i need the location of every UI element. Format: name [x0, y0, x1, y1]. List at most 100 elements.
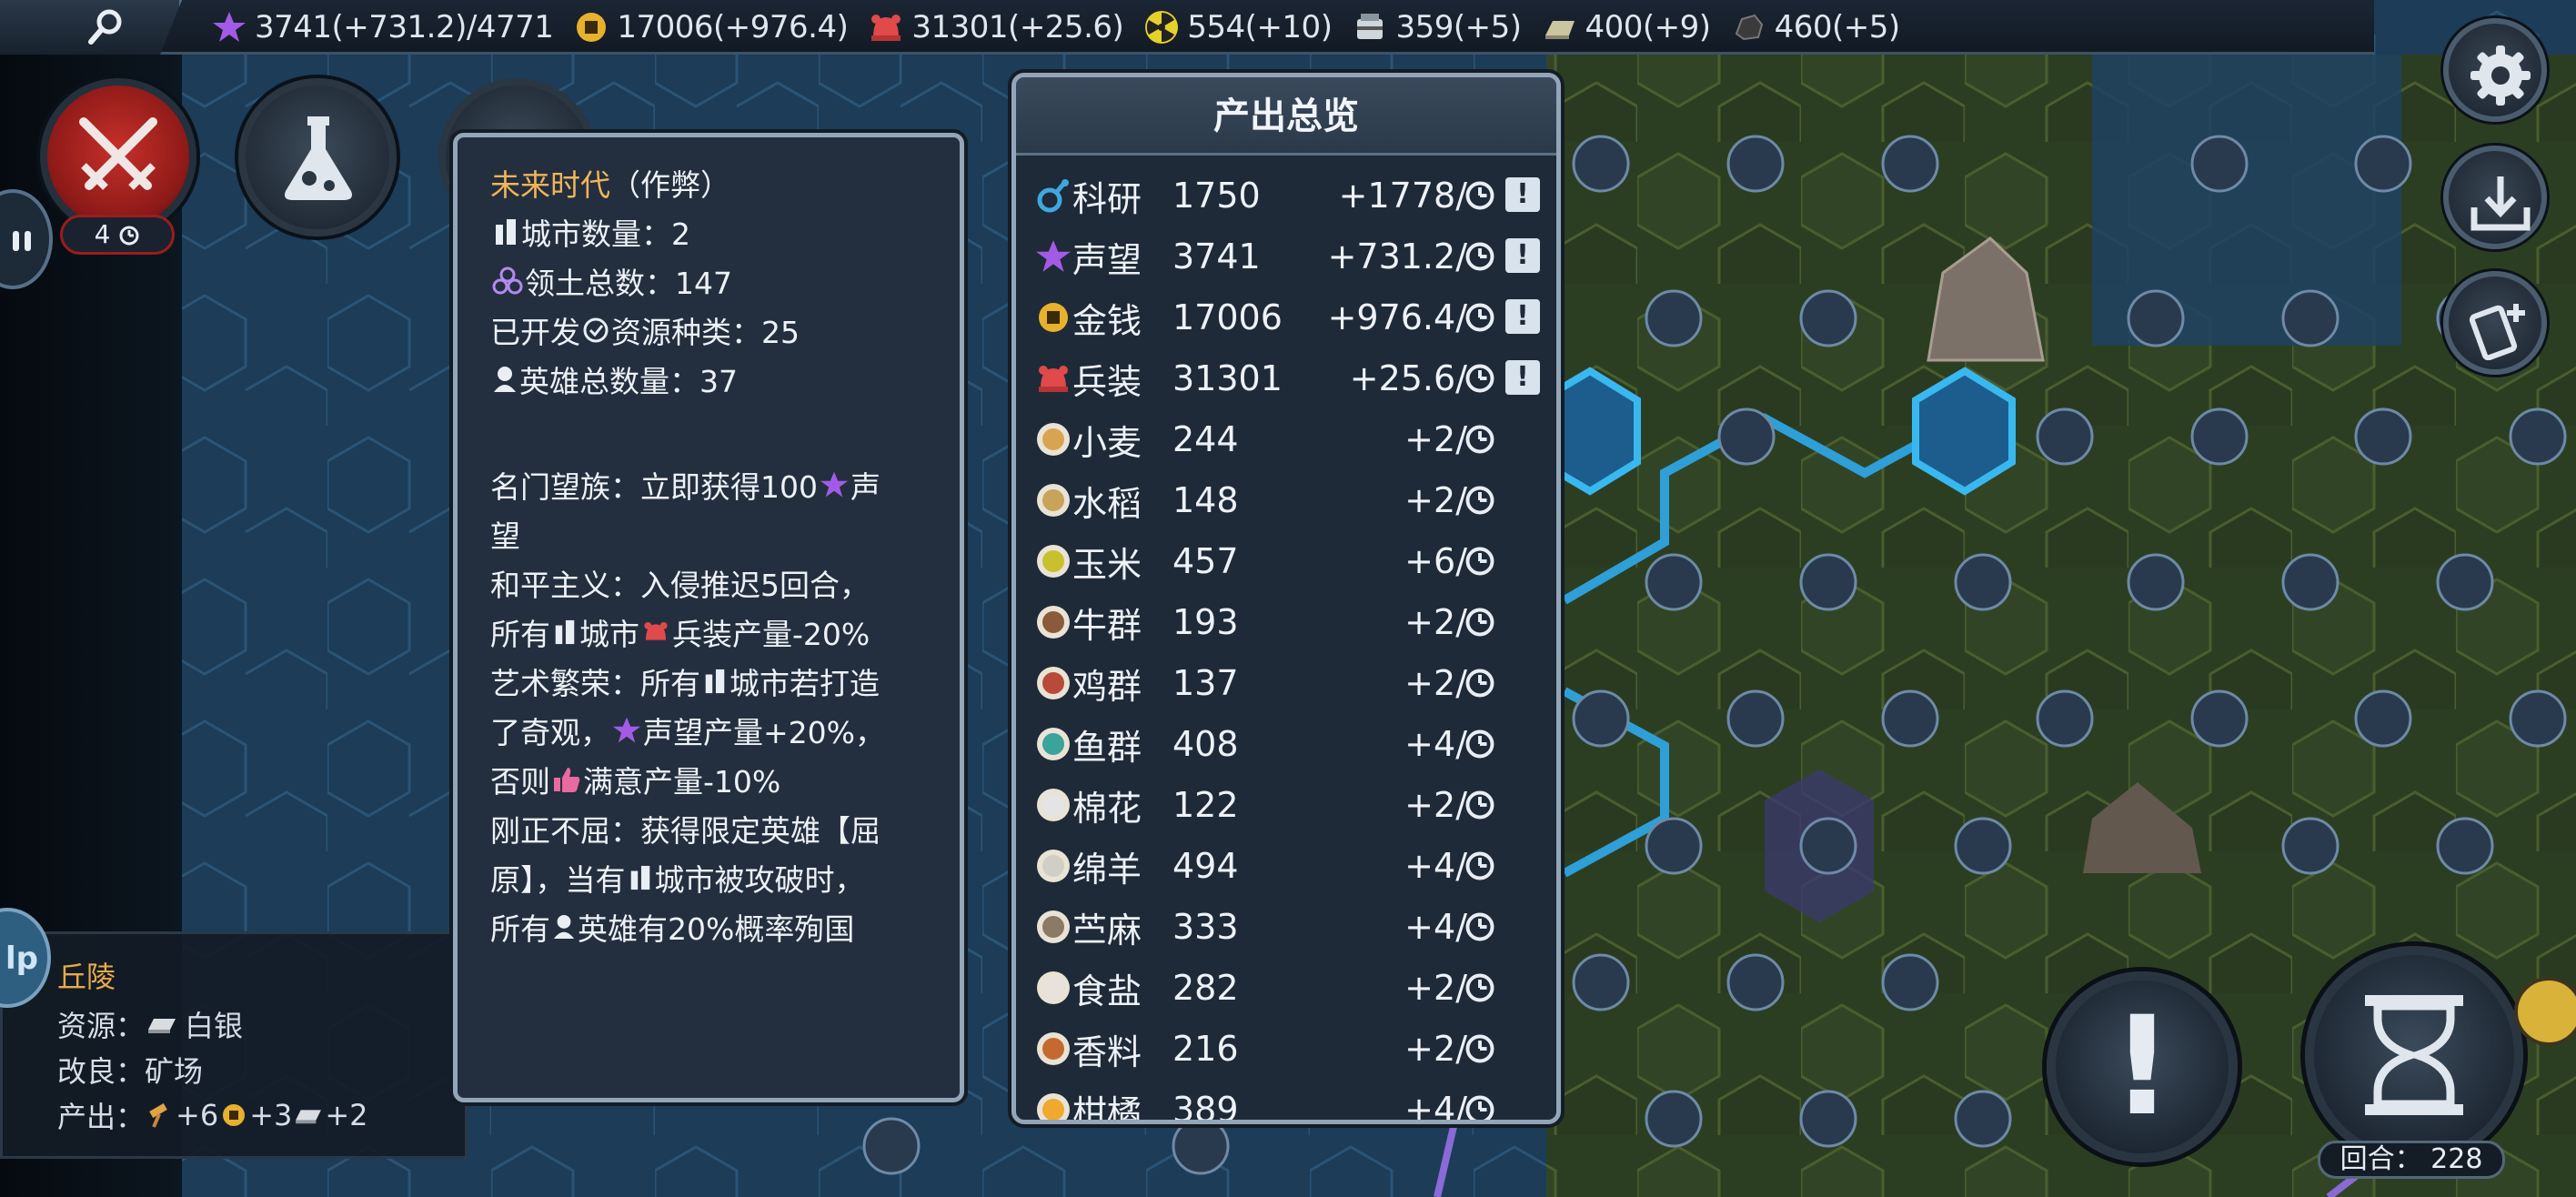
- resource-oil[interactable]: 359(+5): [1352, 5, 1522, 49]
- output-rate: +2/: [1404, 480, 1467, 520]
- detail-alert-button[interactable]: !: [1505, 238, 1540, 273]
- turn-counter: 回合： 228: [2318, 1141, 2505, 1179]
- turn-icon: [119, 226, 139, 246]
- settings-button[interactable]: [2443, 18, 2547, 122]
- spice-icon: [1034, 1030, 1072, 1068]
- science-button[interactable]: [238, 78, 397, 236]
- save-button[interactable]: [2443, 146, 2547, 249]
- resource-aluminium[interactable]: 400(+9): [1542, 5, 1711, 49]
- territory-icon: [492, 267, 523, 295]
- turn-icon: [1465, 486, 1494, 515]
- output-name: 鸡群: [1072, 666, 1142, 707]
- output-row[interactable]: 鸡群 137 +2/: [1034, 656, 1544, 710]
- download-icon: [2470, 176, 2531, 231]
- war-count-value: 4: [94, 219, 111, 249]
- era-perk-4-line-2: 原】，当有 城市被攻破时，: [490, 856, 865, 900]
- detail-alert-button[interactable]: !: [1505, 177, 1540, 212]
- war-button[interactable]: [40, 78, 196, 235]
- output-row[interactable]: 柑橘 389 +4/: [1034, 1082, 1544, 1124]
- resource-prestige[interactable]: 3741(+731.2)/4771: [211, 5, 554, 49]
- output-row[interactable]: 棉花 122 +2/: [1034, 778, 1544, 832]
- output-overview-panel: 产出总览 科研 1750 +1778/! 声望 3741 +731.2/! 金钱 17006 +…: [1011, 73, 1561, 1124]
- era-perk-4-line-3: 所有 英雄有20%概率殉国: [490, 905, 854, 949]
- war-turn-counter: 4: [60, 215, 175, 255]
- output-rate: +4/: [1404, 846, 1467, 886]
- resource-uranium[interactable]: 554(+10): [1143, 5, 1333, 49]
- output-amount: 122: [1172, 785, 1239, 825]
- city-icon: [496, 219, 516, 245]
- thumbs-up-icon: [554, 768, 580, 792]
- tile-resource-value: 白银: [185, 1009, 244, 1043]
- detail-alert-button[interactable]: !: [1505, 360, 1540, 395]
- star-icon: [211, 9, 247, 45]
- turn-label: 回合：: [2340, 1143, 2422, 1175]
- output-row[interactable]: 科研 1750 +1778/!: [1034, 168, 1544, 223]
- tile-output-line: 产出： +6 +3 +2: [57, 1094, 368, 1136]
- era-territory: 领土总数：147: [525, 266, 732, 301]
- tile-resource-line: 资源： 白银: [57, 1003, 243, 1045]
- flask-icon: [285, 116, 352, 200]
- era-perk-3c-post: 满意产量-10%: [583, 764, 781, 800]
- output-amount: 17006: [1172, 297, 1283, 337]
- output-row[interactable]: 水稻 148 +2/: [1034, 473, 1544, 528]
- detail-alert-button[interactable]: !: [1505, 299, 1540, 334]
- turn-icon: [1465, 1034, 1494, 1063]
- output-amount: 389: [1172, 1090, 1239, 1124]
- turn-icon: [1465, 608, 1494, 637]
- era-perk-3-line-1: 艺术繁荣：所有 城市若打造: [490, 659, 880, 703]
- output-row[interactable]: 小麦 244 +2/: [1034, 412, 1544, 467]
- era-perk-1c: 望: [490, 518, 520, 554]
- output-row[interactable]: 牛群 193 +2/: [1034, 595, 1544, 649]
- era-city-count: 城市数量：2: [521, 216, 690, 252]
- science-icon: [1034, 176, 1072, 215]
- tile-improvement-label: 改良：: [57, 1054, 146, 1089]
- output-row[interactable]: 苎麻 333 +4/: [1034, 900, 1544, 954]
- output-amount: 193: [1172, 602, 1239, 642]
- hero-icon: [553, 915, 575, 939]
- resource-equipment[interactable]: 31301(+25.6): [868, 5, 1124, 49]
- output-amount: 494: [1172, 846, 1239, 886]
- resource-coal[interactable]: 460(+5): [1731, 5, 1900, 49]
- era-perk-4c-post: 英雄有20%概率殉国: [578, 911, 855, 947]
- era-resource-types: 资源种类：25: [611, 315, 800, 350]
- corn-icon: [1034, 542, 1072, 580]
- output-row[interactable]: 兵装 31301 +25.6/!: [1034, 351, 1544, 406]
- output-name: 柑橘: [1072, 1092, 1142, 1124]
- output-row[interactable]: 食盐 282 +2/: [1034, 961, 1544, 1015]
- turn-icon: [1465, 181, 1494, 210]
- era-perk-3b-pre: 了奇观，: [490, 715, 610, 750]
- era-perk-2b-pre: 所有: [490, 617, 550, 652]
- rice-icon: [1034, 481, 1072, 519]
- output-row[interactable]: 绵羊 494 +4/: [1034, 839, 1544, 893]
- output-rate: +25.6/: [1349, 358, 1467, 398]
- cattle-icon: [1034, 603, 1072, 641]
- output-name: 绵羊: [1072, 849, 1142, 890]
- resource-bar: 3741(+731.2)/4771 17006(+976.4) 31301(+2…: [0, 0, 2374, 55]
- output-row[interactable]: 声望 3741 +731.2/!: [1034, 229, 1544, 284]
- output-name: 棉花: [1072, 788, 1142, 829]
- tile-output-label: 产出：: [57, 1100, 146, 1134]
- resource-gold-value: 17006(+976.4): [617, 9, 849, 45]
- resource-gold[interactable]: 17006(+976.4): [573, 5, 849, 49]
- output-name: 香料: [1072, 1031, 1142, 1072]
- output-row[interactable]: 玉米 457 +6/: [1034, 534, 1544, 588]
- output-row[interactable]: 鱼群 408 +4/: [1034, 717, 1544, 771]
- output-amount: 457: [1172, 541, 1239, 581]
- output-row[interactable]: 金钱 17006 +976.4/!: [1034, 290, 1544, 345]
- output-rate: +2/: [1404, 968, 1467, 1008]
- star-icon: [1034, 237, 1072, 276]
- end-turn-button[interactable]: [2305, 946, 2523, 1164]
- output-amount: 3741: [1172, 236, 1261, 277]
- resource-check-icon: [583, 317, 609, 343]
- notification-badge[interactable]: [2514, 977, 2576, 1046]
- output-row[interactable]: 香料 216 +2/: [1034, 1021, 1544, 1076]
- turn-icon: [1465, 547, 1494, 576]
- exclamation-icon: !: [2110, 988, 2174, 1146]
- alerts-button[interactable]: !: [2047, 971, 2238, 1162]
- add-card-button[interactable]: [2443, 271, 2547, 375]
- output-name: 小麦: [1072, 422, 1142, 463]
- era-perk-3-line-3: 否则 满意产量-10%: [490, 758, 780, 801]
- search-button[interactable]: [0, 0, 182, 55]
- tile-output-production: +6: [176, 1098, 219, 1132]
- era-perk-4-line-1: 刚正不屈：获得限定英雄【屈: [490, 807, 880, 850]
